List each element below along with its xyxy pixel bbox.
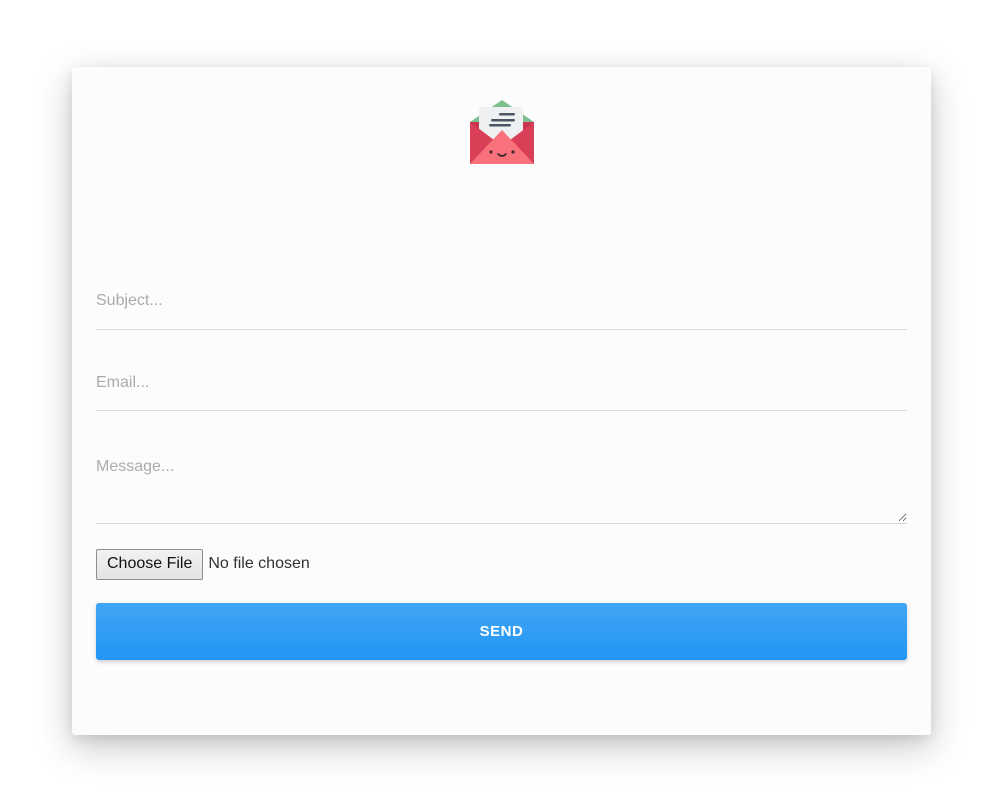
send-button[interactable]: SEND: [96, 603, 907, 660]
choose-file-button[interactable]: Choose File: [96, 548, 204, 580]
envelope-letter-icon: [469, 100, 535, 166]
email-field: [96, 367, 907, 411]
message-textarea[interactable]: [96, 452, 907, 522]
message-field: [96, 452, 907, 524]
email-input[interactable]: [96, 367, 907, 399]
contact-form-card: Choose File No file chosen SEND: [72, 67, 931, 735]
file-upload-row: Choose File No file chosen: [96, 548, 310, 580]
subject-input[interactable]: [96, 285, 907, 317]
file-status-text: No file chosen: [208, 555, 310, 572]
subject-field: [96, 285, 907, 330]
